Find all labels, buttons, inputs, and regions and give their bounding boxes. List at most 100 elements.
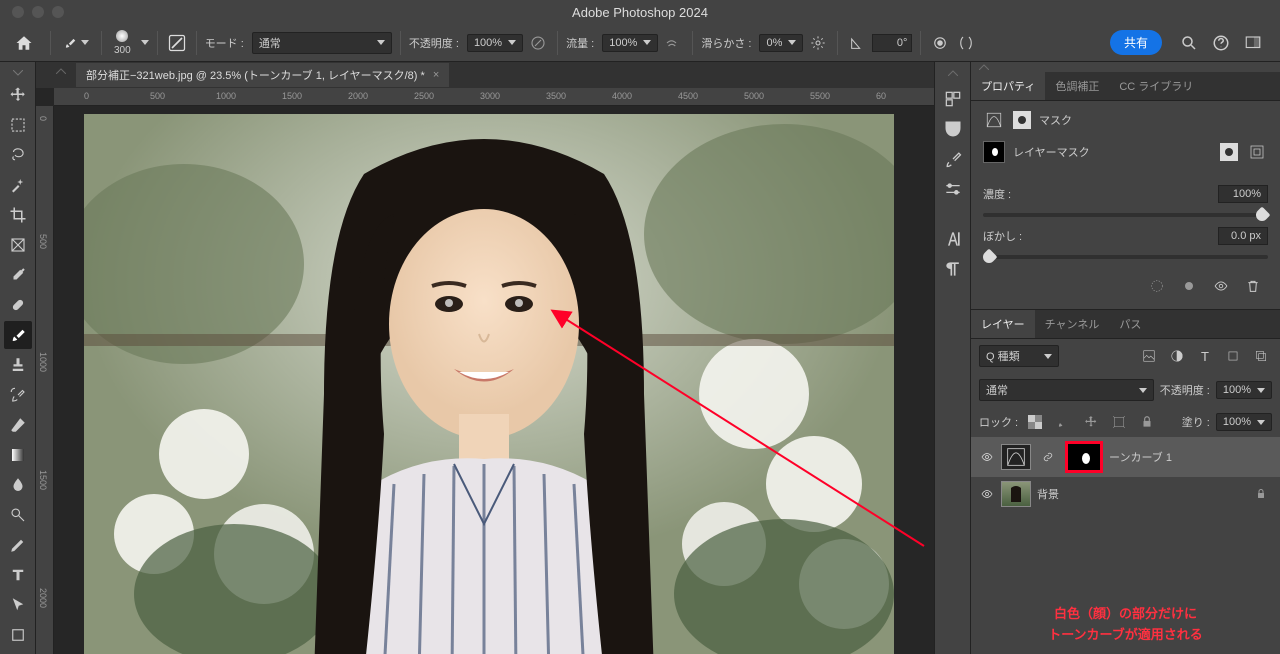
visibility-toggle-icon[interactable] bbox=[979, 451, 995, 463]
pen-tool[interactable] bbox=[4, 531, 32, 559]
filter-adjust-icon[interactable] bbox=[1166, 345, 1188, 367]
load-selection-icon[interactable] bbox=[1146, 275, 1168, 297]
toggle-mask-icon[interactable] bbox=[1210, 275, 1232, 297]
smoothing-options-icon[interactable] bbox=[807, 32, 829, 54]
pressure-opacity-icon[interactable] bbox=[527, 32, 549, 54]
fill-input[interactable]: 100% bbox=[1216, 413, 1272, 431]
character-panel-icon[interactable] bbox=[942, 228, 964, 250]
brush-settings-icon[interactable] bbox=[166, 32, 188, 54]
layer-mask-thumb-selected[interactable] bbox=[1065, 441, 1103, 473]
document-tab[interactable]: 部分補正−321web.jpg @ 23.5% (トーンカーブ 1, レイヤーマ… bbox=[76, 63, 449, 87]
properties-tabs: プロパティ 色調補正 CC ライブラリ bbox=[971, 72, 1280, 101]
swatches-panel-icon[interactable] bbox=[942, 118, 964, 140]
path-select-tool[interactable] bbox=[4, 591, 32, 619]
history-brush-tool[interactable] bbox=[4, 381, 32, 409]
horizontal-ruler: 0500100015002000250030003500400045005000… bbox=[54, 88, 934, 106]
blur-tool[interactable] bbox=[4, 471, 32, 499]
visibility-toggle-icon[interactable] bbox=[979, 488, 995, 500]
lock-position-icon[interactable] bbox=[1080, 411, 1102, 433]
layer-blend-dropdown[interactable]: 通常 bbox=[979, 379, 1154, 401]
close-window-icon[interactable] bbox=[12, 6, 24, 18]
opacity-input[interactable]: 100% bbox=[467, 34, 523, 52]
filter-shape-icon[interactable] bbox=[1222, 345, 1244, 367]
filter-smart-icon[interactable] bbox=[1250, 345, 1272, 367]
adjustment-layer-thumb[interactable] bbox=[1001, 444, 1031, 470]
share-button[interactable]: 共有 bbox=[1110, 30, 1162, 55]
app-title: Adobe Photoshop 2024 bbox=[572, 5, 708, 20]
flow-label: 流量 : bbox=[566, 35, 594, 51]
filter-image-icon[interactable] bbox=[1138, 345, 1160, 367]
workspace-icon[interactable] bbox=[1242, 32, 1264, 54]
layer-filter-dropdown[interactable]: Q 種類 bbox=[979, 345, 1059, 367]
adjustments-panel-icon[interactable] bbox=[942, 178, 964, 200]
feather-slider[interactable] bbox=[983, 255, 1268, 259]
eyedropper-tool[interactable] bbox=[4, 261, 32, 289]
pressure-size-icon[interactable] bbox=[929, 32, 951, 54]
vector-mask-icon[interactable] bbox=[1246, 141, 1268, 163]
tab-properties[interactable]: プロパティ bbox=[971, 72, 1045, 100]
brush-preset-picker[interactable]: 300 bbox=[110, 30, 135, 56]
expand-dock-icon[interactable] bbox=[948, 66, 958, 80]
lock-transparency-icon[interactable] bbox=[1024, 411, 1046, 433]
flow-input[interactable]: 100% bbox=[602, 34, 658, 52]
marquee-tool[interactable] bbox=[4, 111, 32, 139]
stamp-tool[interactable] bbox=[4, 351, 32, 379]
pixel-mask-icon[interactable] bbox=[1220, 143, 1238, 161]
angle-input[interactable]: 0° bbox=[872, 34, 912, 52]
layer-row-background[interactable]: 背景 bbox=[971, 477, 1280, 511]
filter-type-icon[interactable]: T bbox=[1194, 345, 1216, 367]
brush-tool[interactable] bbox=[4, 321, 32, 349]
home-icon[interactable] bbox=[12, 31, 36, 55]
symmetry-icon[interactable] bbox=[955, 32, 977, 54]
maximize-window-icon[interactable] bbox=[52, 6, 64, 18]
tab-color-adjust[interactable]: 色調補正 bbox=[1045, 72, 1109, 100]
layer-opacity-input[interactable]: 100% bbox=[1216, 381, 1272, 399]
lasso-tool[interactable] bbox=[4, 141, 32, 169]
feather-value[interactable]: 0.0 px bbox=[1218, 227, 1268, 245]
paragraph-panel-icon[interactable] bbox=[942, 258, 964, 280]
type-tool[interactable] bbox=[4, 561, 32, 589]
crop-tool[interactable] bbox=[4, 201, 32, 229]
gradient-tool[interactable] bbox=[4, 441, 32, 469]
eraser-tool[interactable] bbox=[4, 411, 32, 439]
dodge-tool[interactable] bbox=[4, 501, 32, 529]
layers-tabs: レイヤー チャンネル パス bbox=[971, 310, 1280, 339]
lock-pixels-icon[interactable] bbox=[1052, 411, 1074, 433]
tab-cc-libraries[interactable]: CC ライブラリ bbox=[1109, 72, 1203, 100]
shape-tool[interactable] bbox=[4, 621, 32, 649]
tab-layers[interactable]: レイヤー bbox=[971, 310, 1035, 338]
layer-mask-thumb[interactable] bbox=[983, 141, 1005, 163]
background-thumb[interactable] bbox=[1001, 481, 1031, 507]
close-tab-icon[interactable]: × bbox=[433, 69, 439, 81]
layer-row-curves[interactable]: ーンカーブ 1 bbox=[971, 437, 1280, 477]
minimize-window-icon[interactable] bbox=[32, 6, 44, 18]
tabs-collapse-icon[interactable] bbox=[56, 64, 66, 78]
lock-artboard-icon[interactable] bbox=[1108, 411, 1130, 433]
help-icon[interactable] bbox=[1210, 32, 1232, 54]
healing-tool[interactable] bbox=[4, 291, 32, 319]
search-icon[interactable] bbox=[1178, 32, 1200, 54]
color-panel-icon[interactable] bbox=[942, 88, 964, 110]
move-tool[interactable] bbox=[4, 81, 32, 109]
frame-tool[interactable] bbox=[4, 231, 32, 259]
tool-preset-picker[interactable] bbox=[59, 36, 93, 50]
tab-channels[interactable]: チャンネル bbox=[1035, 310, 1110, 338]
blend-mode-dropdown[interactable]: 通常 bbox=[252, 32, 392, 54]
link-icon[interactable] bbox=[1037, 446, 1059, 468]
layer-mask-label: レイヤーマスク bbox=[1013, 144, 1212, 160]
brushes-panel-icon[interactable] bbox=[942, 148, 964, 170]
collapse-icon[interactable] bbox=[13, 66, 23, 80]
panels-collapse-icon[interactable] bbox=[971, 62, 1280, 72]
lock-all-icon[interactable] bbox=[1136, 411, 1158, 433]
delete-mask-icon[interactable] bbox=[1242, 275, 1264, 297]
tab-paths[interactable]: パス bbox=[1109, 310, 1151, 338]
apply-mask-icon[interactable] bbox=[1178, 275, 1200, 297]
density-slider[interactable] bbox=[983, 213, 1268, 217]
window-controls bbox=[0, 6, 64, 18]
layer-list: ーンカーブ 1 背景 bbox=[971, 437, 1280, 596]
airbrush-icon[interactable] bbox=[662, 32, 684, 54]
wand-tool[interactable] bbox=[4, 171, 32, 199]
density-value[interactable]: 100% bbox=[1218, 185, 1268, 203]
smoothing-input[interactable]: 0% bbox=[759, 34, 803, 52]
canvas[interactable] bbox=[54, 106, 934, 654]
